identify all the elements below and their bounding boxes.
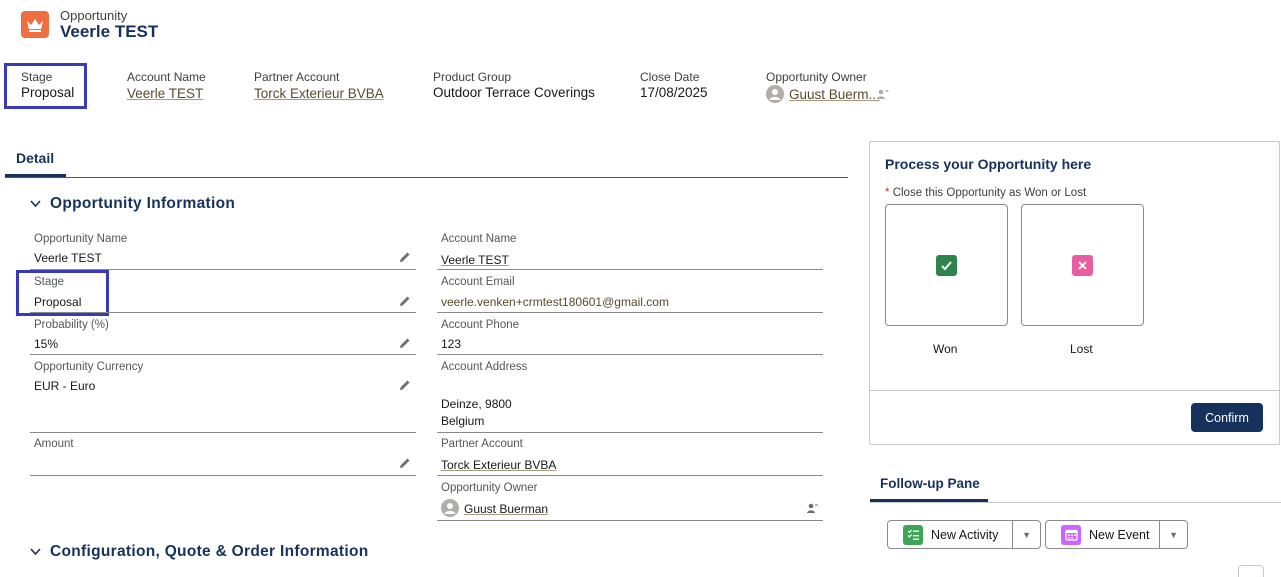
edit-pencil-icon[interactable] bbox=[399, 456, 411, 474]
edit-pencil-icon[interactable] bbox=[399, 336, 411, 354]
tab-divider bbox=[5, 177, 848, 178]
field-divider bbox=[437, 269, 823, 270]
lost-choice-tile[interactable] bbox=[1021, 204, 1144, 326]
edit-pencil-icon[interactable] bbox=[399, 378, 411, 396]
field-opportunity-name-value: Veerle TEST bbox=[34, 251, 102, 265]
field-account-name-label: Account Name bbox=[441, 233, 517, 245]
lost-label: Lost bbox=[1070, 342, 1093, 356]
won-choice-tile[interactable] bbox=[885, 204, 1008, 326]
change-owner-icon[interactable] bbox=[806, 502, 819, 520]
highlight-partner-account-link[interactable]: Torck Exterieur BVBA bbox=[254, 86, 384, 101]
tab-divider bbox=[870, 502, 1281, 503]
section-opportunity-information[interactable]: Opportunity Information bbox=[50, 195, 235, 213]
field-divider bbox=[30, 312, 416, 313]
field-partner-account-link[interactable]: Torck Exterieur BVBA bbox=[441, 458, 556, 472]
process-card-title: Process your Opportunity here bbox=[885, 156, 1092, 172]
won-lost-label-text: Close this Opportunity as Won or Lost bbox=[892, 187, 1087, 199]
section-configuration-quote-order[interactable]: Configuration, Quote & Order Information bbox=[50, 543, 369, 561]
highlight-close-date-value: 17/08/2025 bbox=[640, 85, 708, 100]
opportunity-object-icon bbox=[21, 11, 49, 38]
highlight-close-date-label: Close Date bbox=[640, 70, 700, 84]
highlight-partner-account-label: Partner Account bbox=[254, 70, 340, 84]
calendar-icon bbox=[1061, 524, 1081, 545]
avatar bbox=[766, 85, 784, 103]
field-divider bbox=[437, 520, 823, 521]
chevron-down-icon[interactable]: ▼ bbox=[1012, 521, 1040, 548]
field-account-address-label: Account Address bbox=[441, 361, 528, 373]
field-amount-label: Amount bbox=[34, 438, 74, 450]
field-divider bbox=[30, 432, 416, 433]
change-owner-icon[interactable] bbox=[876, 88, 890, 106]
crown-icon bbox=[27, 18, 43, 32]
new-event-button[interactable]: New Event bbox=[1046, 521, 1159, 548]
confirm-button[interactable]: Confirm bbox=[1191, 403, 1263, 432]
field-account-phone-value: 123 bbox=[441, 337, 462, 351]
avatar bbox=[441, 499, 459, 517]
new-event-split-button: New Event ▼ bbox=[1045, 520, 1188, 549]
field-opportunity-name-label: Opportunity Name bbox=[34, 233, 128, 245]
tab-detail[interactable]: Detail bbox=[16, 150, 54, 166]
highlight-owner-label: Opportunity Owner bbox=[766, 70, 867, 84]
field-account-email-link[interactable]: veerle.venken+crmtest180601@gmail.com bbox=[441, 295, 669, 309]
new-activity-button[interactable]: New Activity bbox=[888, 521, 1012, 548]
highlight-stage-value: Proposal bbox=[21, 85, 75, 100]
field-divider bbox=[30, 354, 416, 355]
field-divider bbox=[30, 475, 416, 476]
new-activity-label: New Activity bbox=[931, 527, 999, 542]
chevron-down-icon[interactable]: ▼ bbox=[1159, 521, 1187, 548]
edit-pencil-icon[interactable] bbox=[399, 250, 411, 268]
field-partner-account-label: Partner Account bbox=[441, 438, 523, 450]
close-x-icon bbox=[1072, 255, 1093, 276]
field-account-phone-label: Account Phone bbox=[441, 319, 520, 331]
card-footer-divider bbox=[870, 390, 1279, 391]
field-stage-label: Stage bbox=[34, 276, 65, 288]
object-type-label: Opportunity bbox=[60, 8, 128, 23]
field-divider bbox=[437, 432, 823, 433]
won-label: Won bbox=[933, 342, 958, 356]
new-activity-split-button: New Activity ▼ bbox=[887, 520, 1041, 549]
chevron-down-icon[interactable] bbox=[29, 545, 42, 561]
field-owner-label: Opportunity Owner bbox=[441, 482, 538, 494]
won-lost-required-label: * Close this Opportunity as Won or Lost bbox=[885, 187, 1086, 199]
highlight-stage-label: Stage bbox=[21, 70, 53, 84]
highlight-owner-link[interactable]: Guust Buerm... bbox=[789, 87, 880, 102]
field-probability-value: 15% bbox=[34, 337, 59, 351]
highlight-account-name-label: Account Name bbox=[127, 70, 206, 84]
field-account-address-line2: Belgium bbox=[441, 414, 485, 428]
field-account-address-line1: Deinze, 9800 bbox=[441, 397, 512, 411]
checkmark-icon bbox=[936, 255, 957, 276]
field-divider bbox=[437, 312, 823, 313]
highlight-product-group-label: Product Group bbox=[433, 70, 512, 84]
edit-pencil-icon[interactable] bbox=[399, 294, 411, 312]
highlight-product-group-value: Outdoor Terrace Coverings bbox=[433, 85, 595, 100]
field-divider bbox=[437, 354, 823, 355]
required-marker: * bbox=[885, 187, 890, 199]
field-divider bbox=[437, 475, 823, 476]
field-currency-value: EUR - Euro bbox=[34, 379, 96, 393]
chevron-down-icon[interactable] bbox=[29, 197, 42, 213]
field-currency-label: Opportunity Currency bbox=[34, 361, 144, 373]
highlight-account-name-link[interactable]: Veerle TEST bbox=[127, 86, 203, 101]
more-options-button[interactable] bbox=[1238, 565, 1264, 577]
task-list-icon bbox=[903, 524, 923, 545]
field-owner-link[interactable]: Guust Buerman bbox=[464, 502, 548, 516]
field-account-email-label: Account Email bbox=[441, 276, 515, 288]
field-probability-label: Probability (%) bbox=[34, 319, 109, 331]
user-icon bbox=[444, 503, 456, 514]
user-icon bbox=[769, 89, 781, 100]
field-account-name-link[interactable]: Veerle TEST bbox=[441, 253, 509, 267]
new-event-label: New Event bbox=[1089, 527, 1150, 542]
field-stage-value: Proposal bbox=[34, 295, 82, 309]
tab-follow-up-pane[interactable]: Follow-up Pane bbox=[880, 476, 980, 491]
page-title: Veerle TEST bbox=[60, 22, 159, 41]
